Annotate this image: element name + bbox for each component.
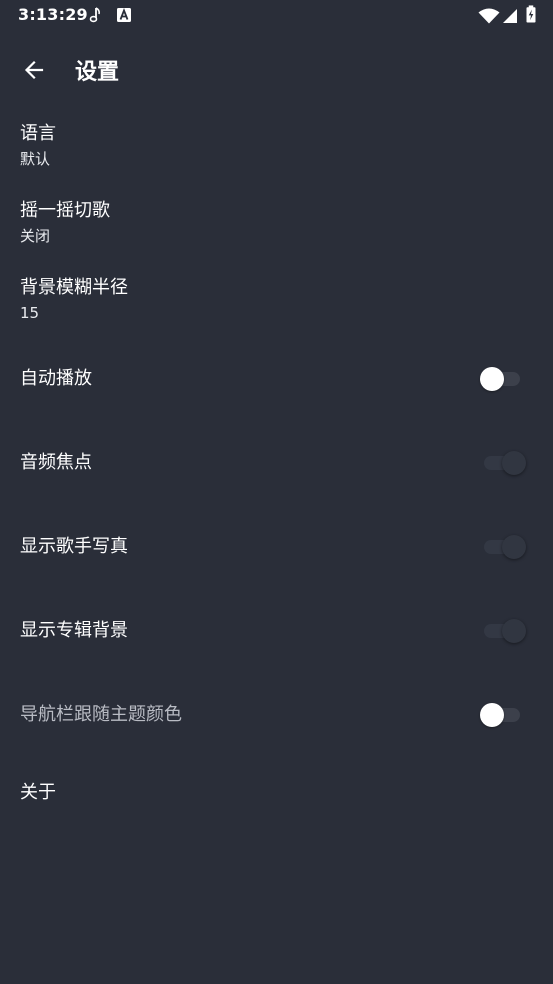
setting-autoplay[interactable]: 自动播放 bbox=[0, 345, 553, 413]
setting-blur-title: 背景模糊半径 bbox=[20, 277, 128, 298]
status-bar: 3:13:29 bbox=[0, 0, 553, 32]
autoplay-toggle[interactable] bbox=[478, 365, 522, 393]
toggle-thumb bbox=[502, 535, 526, 559]
setting-nav-bar-color[interactable]: 导航栏跟随主题颜色 bbox=[0, 681, 553, 749]
setting-artist-photo[interactable]: 显示歌手写真 bbox=[0, 513, 553, 581]
setting-blur-radius[interactable]: 背景模糊半径 15 bbox=[0, 270, 553, 332]
setting-language[interactable]: 语言 默认 bbox=[0, 116, 553, 178]
artist-photo-toggle[interactable] bbox=[478, 533, 526, 561]
app-bar: 设置 bbox=[0, 32, 553, 108]
setting-blur-value: 15 bbox=[20, 304, 40, 322]
back-button[interactable] bbox=[14, 50, 54, 90]
setting-about[interactable]: 关于 bbox=[0, 765, 553, 823]
setting-shake-value: 关闭 bbox=[20, 227, 51, 245]
wifi-icon bbox=[478, 8, 500, 24]
battery-charging-icon bbox=[526, 5, 536, 23]
music-note-icon bbox=[89, 7, 100, 23]
toggle-thumb bbox=[502, 619, 526, 643]
toggle-thumb bbox=[480, 367, 504, 391]
album-background-toggle[interactable] bbox=[478, 617, 526, 645]
audio-focus-toggle[interactable] bbox=[478, 449, 526, 477]
page-title: 设置 bbox=[75, 60, 120, 85]
toggle-thumb bbox=[502, 451, 526, 475]
a-box-icon bbox=[117, 8, 131, 22]
setting-about-title: 关于 bbox=[20, 782, 56, 803]
setting-nav-bar-color-title: 导航栏跟随主题颜色 bbox=[20, 704, 182, 725]
nav-bar-color-toggle[interactable] bbox=[478, 701, 522, 729]
setting-language-title: 语言 bbox=[20, 123, 56, 144]
arrow-left-icon bbox=[24, 60, 44, 80]
setting-album-background[interactable]: 显示专辑背景 bbox=[0, 597, 553, 665]
setting-autoplay-title: 自动播放 bbox=[20, 368, 92, 389]
signal-icon bbox=[503, 9, 517, 23]
toggle-thumb bbox=[480, 703, 504, 727]
setting-audio-focus[interactable]: 音频焦点 bbox=[0, 429, 553, 497]
setting-shake[interactable]: 摇一摇切歌 关闭 bbox=[0, 193, 553, 255]
setting-shake-title: 摇一摇切歌 bbox=[20, 200, 110, 221]
setting-artist-photo-title: 显示歌手写真 bbox=[20, 536, 128, 557]
setting-language-value: 默认 bbox=[20, 150, 51, 168]
setting-audio-focus-title: 音频焦点 bbox=[20, 452, 92, 473]
status-time: 3:13:29 bbox=[18, 5, 88, 24]
setting-album-bg-title: 显示专辑背景 bbox=[20, 620, 128, 641]
